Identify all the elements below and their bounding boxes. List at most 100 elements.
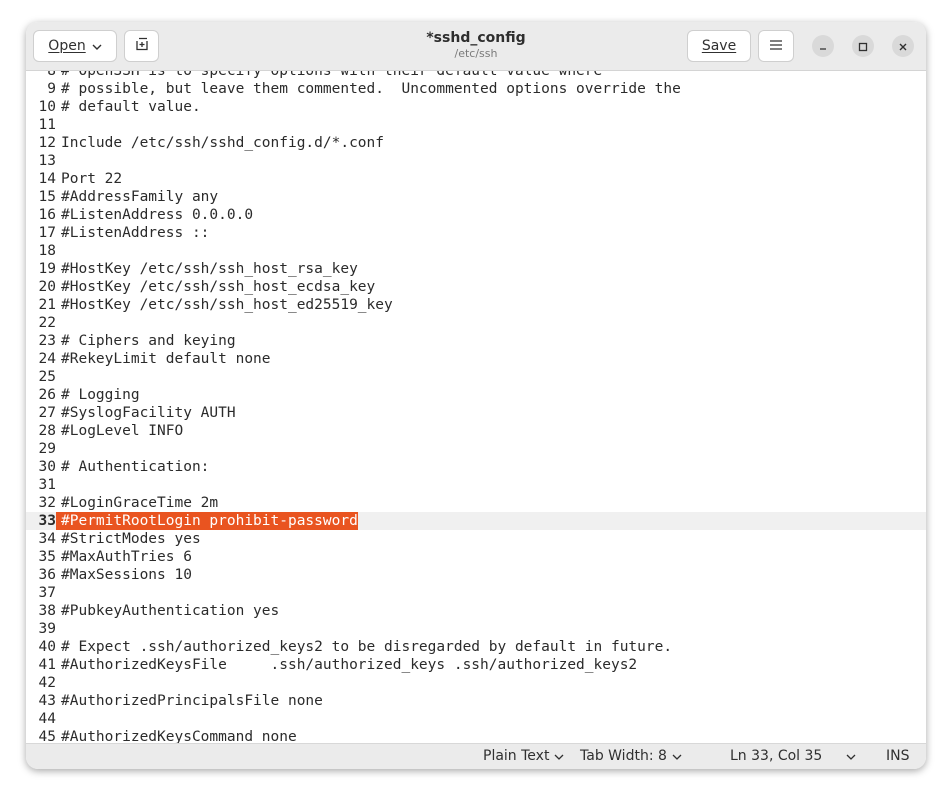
- maximize-button[interactable]: [852, 35, 874, 57]
- code-line[interactable]: 9 # possible, but leave them commented. U…: [26, 80, 926, 98]
- code-line[interactable]: 34 #StrictModes yes: [26, 530, 926, 548]
- line-number: 40: [38, 639, 56, 655]
- line-number: 27: [38, 405, 56, 421]
- code-line[interactable]: 31: [26, 476, 926, 494]
- position-dropdown[interactable]: [846, 748, 856, 764]
- cursor-position[interactable]: Ln 33, Col 35: [730, 748, 822, 764]
- text-editor-window: Open *sshd_config /etc/ssh Save 8 # Open…: [26, 22, 926, 769]
- save-button-label: Save: [701, 38, 737, 54]
- code-line[interactable]: 15 #AddressFamily any: [26, 188, 926, 206]
- insert-mode-indicator[interactable]: INS: [886, 748, 910, 764]
- selected-line-text: #PermitRootLogin prohibit-password: [56, 512, 358, 530]
- code-line[interactable]: 18: [26, 242, 926, 260]
- line-number: 33: [38, 513, 56, 529]
- chevron-down-icon: [554, 748, 564, 764]
- cursor-position-label: Ln 33, Col 35: [730, 748, 823, 764]
- new-tab-icon: [135, 37, 149, 55]
- code-line[interactable]: 20 #HostKey /etc/ssh/ssh_host_ecdsa_key: [26, 278, 926, 296]
- line-number: 9: [47, 81, 56, 97]
- code-line[interactable]: 13: [26, 152, 926, 170]
- line-number: 31: [38, 477, 56, 493]
- minimize-button[interactable]: [812, 35, 834, 57]
- code-line[interactable]: 37: [26, 584, 926, 602]
- code-line[interactable]: 38 #PubkeyAuthentication yes: [26, 602, 926, 620]
- line-number: 35: [38, 549, 56, 565]
- line-text: [56, 440, 61, 458]
- insert-mode-label: INS: [886, 748, 910, 764]
- line-text: #AuthorizedKeysFile .ssh/authorized_keys…: [61, 657, 638, 673]
- code-line[interactable]: 17 #ListenAddress ::: [26, 224, 926, 242]
- tab-width-selector[interactable]: Tab Width: 8: [580, 748, 682, 764]
- line-text: #MaxAuthTries 6: [61, 549, 192, 565]
- code-line[interactable]: 29: [26, 440, 926, 458]
- line-text: # Logging: [61, 387, 140, 403]
- line-number: 14: [38, 171, 56, 187]
- code-line[interactable]: 44: [26, 710, 926, 728]
- main-menu-button[interactable]: [758, 30, 794, 62]
- text-editor-area[interactable]: 8 # OpenSSH is to specify options with th…: [26, 71, 926, 743]
- line-number: 11: [38, 117, 56, 133]
- close-icon: [898, 37, 908, 56]
- line-number: 16: [38, 207, 56, 223]
- code-line[interactable]: 36 #MaxSessions 10: [26, 566, 926, 584]
- code-line[interactable]: 10 # default value.: [26, 98, 926, 116]
- save-button[interactable]: Save: [687, 30, 751, 62]
- line-text: #HostKey /etc/ssh/ssh_host_ed25519_key: [61, 297, 393, 313]
- open-button[interactable]: Open: [33, 30, 117, 62]
- line-text: Port 22: [61, 171, 123, 187]
- code-line[interactable]: 32 #LoginGraceTime 2m: [26, 494, 926, 512]
- line-number: 28: [38, 423, 56, 439]
- code-line[interactable]: 41 #AuthorizedKeysFile .ssh/authorized_ke…: [26, 656, 926, 674]
- line-number: 8: [47, 71, 56, 79]
- code-line[interactable]: 35 #MaxAuthTries 6: [26, 548, 926, 566]
- line-text: #SyslogFacility AUTH: [61, 405, 236, 421]
- line-text: #HostKey /etc/ssh/ssh_host_rsa_key: [61, 261, 358, 277]
- code-line[interactable]: 33 #PermitRootLogin prohibit-password: [26, 512, 926, 530]
- line-text: [56, 152, 61, 170]
- code-line[interactable]: 22: [26, 314, 926, 332]
- line-number: 29: [38, 441, 56, 457]
- line-text: #StrictModes yes: [61, 531, 201, 547]
- line-text: [56, 368, 61, 386]
- minimize-icon: [818, 37, 828, 56]
- line-number: 18: [38, 243, 56, 259]
- close-button[interactable]: [892, 35, 914, 57]
- line-text: # Ciphers and keying: [61, 333, 236, 349]
- code-line[interactable]: 39: [26, 620, 926, 638]
- chevron-down-icon: [92, 38, 102, 54]
- line-number: 44: [38, 711, 56, 727]
- code-line[interactable]: 27 #SyslogFacility AUTH: [26, 404, 926, 422]
- language-selector[interactable]: Plain Text: [483, 748, 564, 764]
- code-line[interactable]: 40 # Expect .ssh/authorized_keys2 to be d…: [26, 638, 926, 656]
- line-number: 41: [38, 657, 56, 673]
- line-text: #AddressFamily any: [61, 189, 219, 205]
- line-text: [56, 242, 61, 260]
- line-text: # Expect .ssh/authorized_keys2 to be dis…: [61, 639, 673, 655]
- code-line[interactable]: 19 #HostKey /etc/ssh/ssh_host_rsa_key: [26, 260, 926, 278]
- line-number: 21: [38, 297, 56, 313]
- code-line[interactable]: 8 # OpenSSH is to specify options with th…: [26, 71, 926, 80]
- line-number: 45: [38, 729, 56, 743]
- tab-width-label: Tab Width: 8: [580, 748, 667, 764]
- code-line[interactable]: 21 #HostKey /etc/ssh/ssh_host_ed25519_key: [26, 296, 926, 314]
- code-line[interactable]: 43 #AuthorizedPrincipalsFile none: [26, 692, 926, 710]
- code-line[interactable]: 23 # Ciphers and keying: [26, 332, 926, 350]
- code-line[interactable]: 11: [26, 116, 926, 134]
- code-line[interactable]: 25: [26, 368, 926, 386]
- code-line[interactable]: 14 Port 22: [26, 170, 926, 188]
- line-text: #RekeyLimit default none: [61, 351, 271, 367]
- line-text: [56, 116, 61, 134]
- code-line[interactable]: 12 Include /etc/ssh/sshd_config.d/*.conf: [26, 134, 926, 152]
- line-number: 32: [38, 495, 56, 511]
- code-line[interactable]: 42: [26, 674, 926, 692]
- open-button-label: Open: [48, 38, 86, 54]
- new-tab-button[interactable]: [124, 30, 159, 62]
- code-line[interactable]: 26 # Logging: [26, 386, 926, 404]
- line-number: 39: [38, 621, 56, 637]
- code-line[interactable]: 30 # Authentication:: [26, 458, 926, 476]
- code-line[interactable]: 28 #LogLevel INFO: [26, 422, 926, 440]
- code-line[interactable]: 45 #AuthorizedKeysCommand none: [26, 728, 926, 743]
- code-line[interactable]: 24 #RekeyLimit default none: [26, 350, 926, 368]
- code-line[interactable]: 16 #ListenAddress 0.0.0.0: [26, 206, 926, 224]
- line-text: [56, 314, 61, 332]
